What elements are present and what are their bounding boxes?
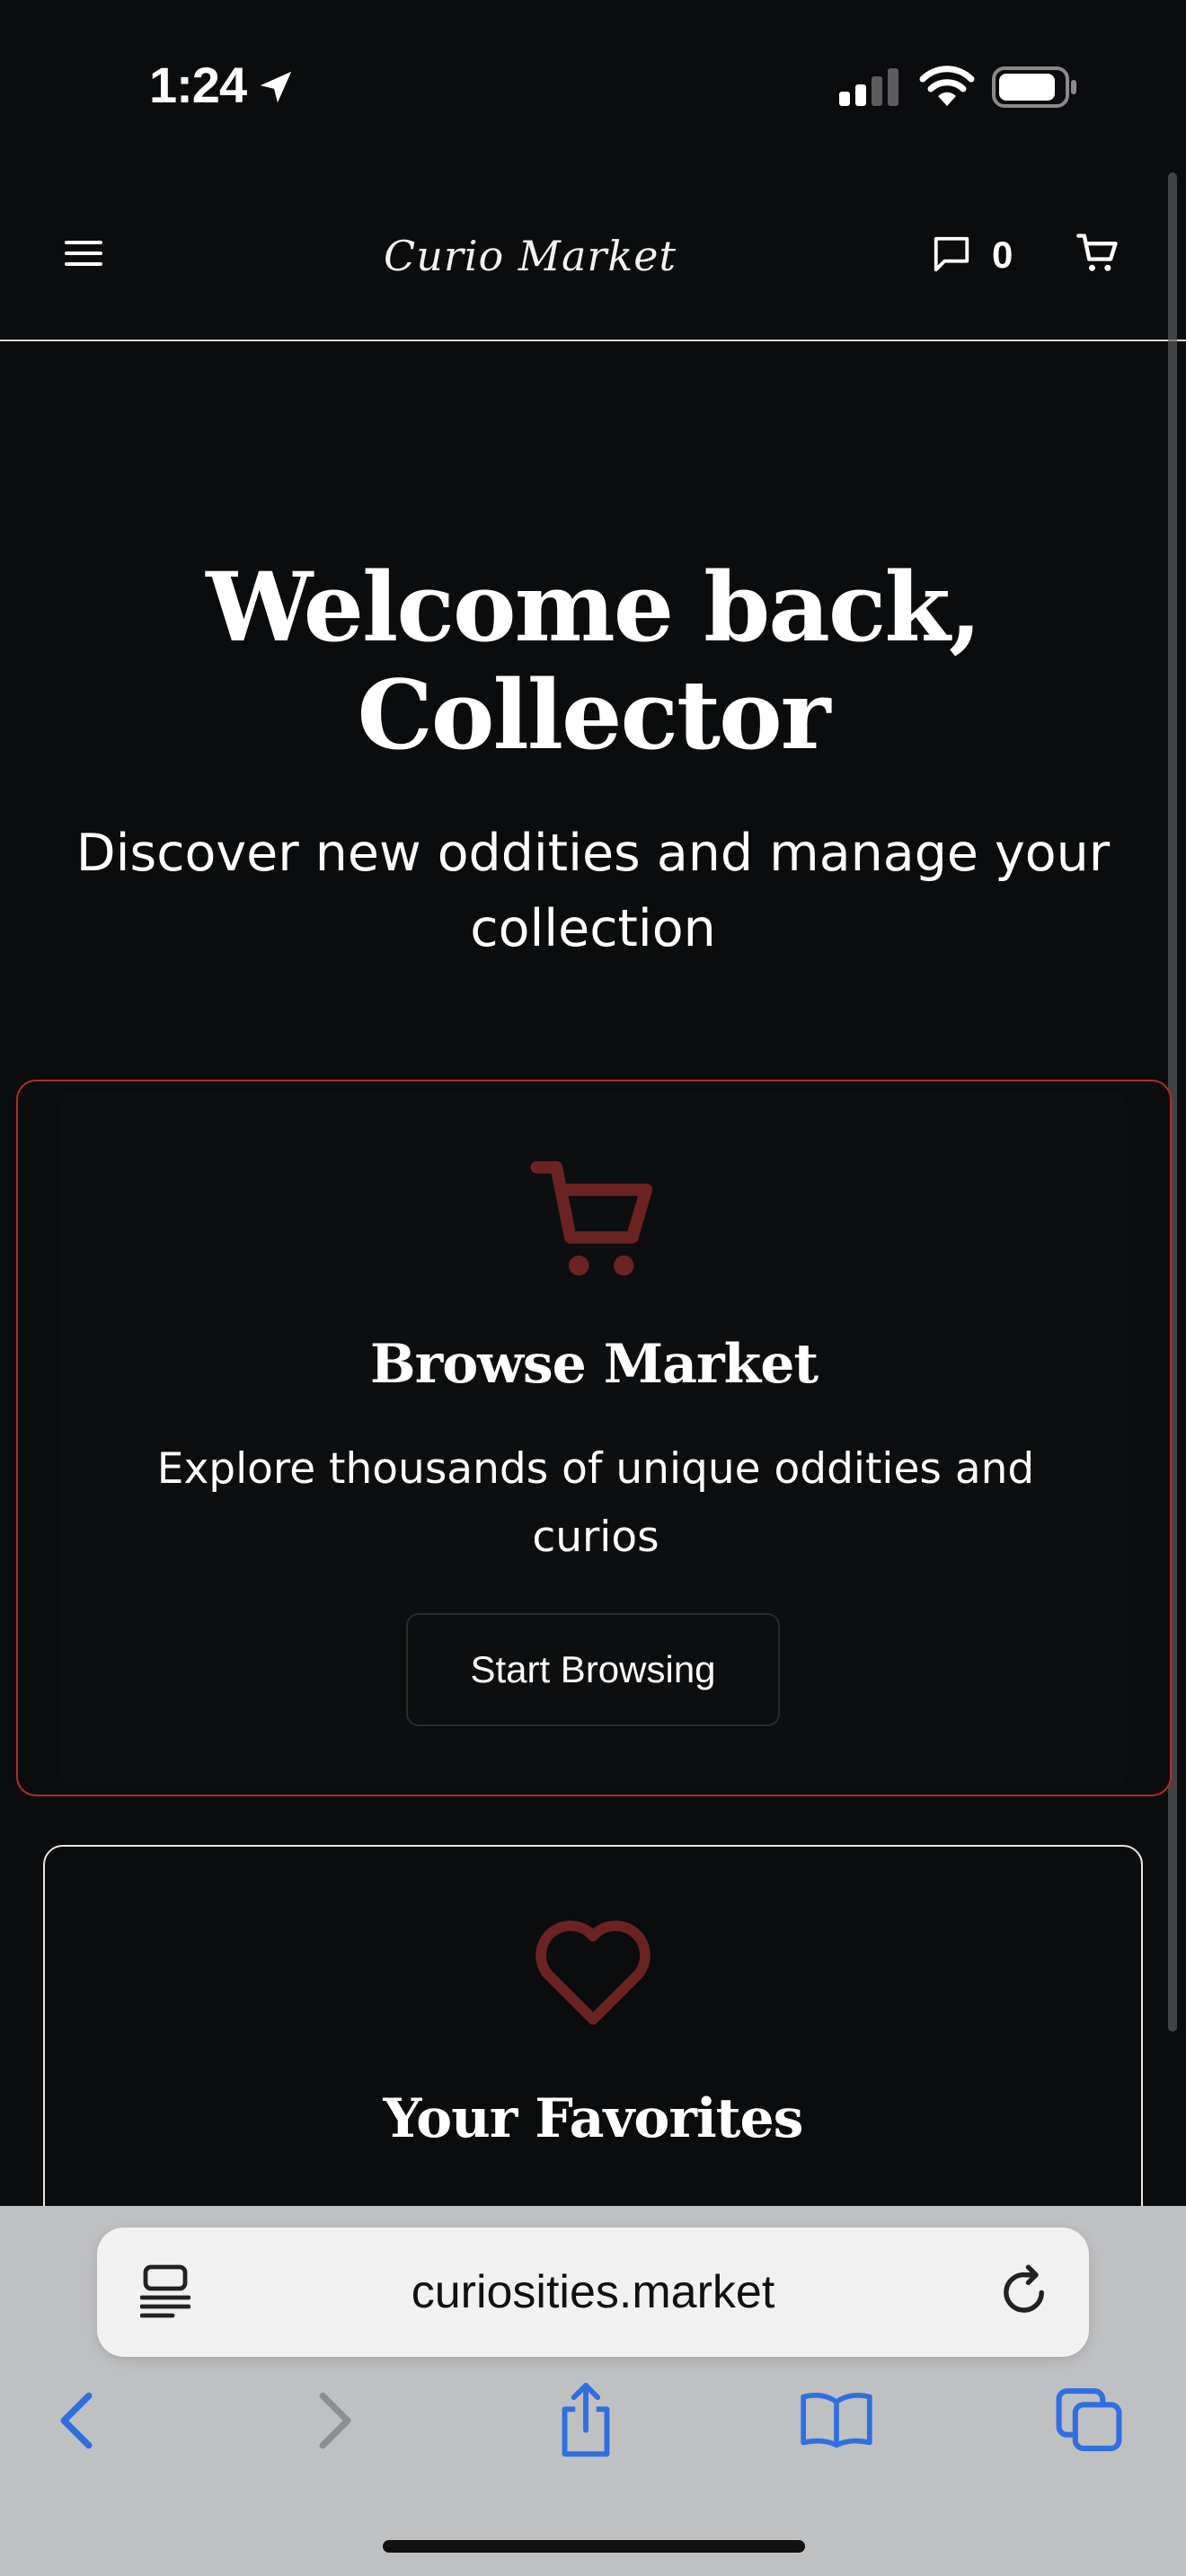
welcome-subtitle: Discover new oddities and manage your co… — [75, 824, 1111, 958]
shopping-cart-icon — [530, 1160, 653, 1276]
location-arrow-icon — [260, 71, 292, 103]
chat-bubble-icon[interactable] — [931, 234, 972, 275]
bookmarks-book-icon[interactable] — [798, 2389, 875, 2450]
reload-icon[interactable] — [999, 2262, 1053, 2319]
share-icon[interactable] — [553, 2380, 618, 2459]
browse-market-title: Browse Market — [369, 1333, 819, 1396]
url-text[interactable]: curiosities.market — [288, 2228, 898, 2357]
status-bar: 1:24 — [0, 0, 1186, 171]
favorites-card[interactable]: Your Favorites — [43, 1845, 1143, 2258]
cart-icon[interactable] — [1075, 230, 1121, 277]
reader-view-icon[interactable] — [140, 2263, 190, 2319]
message-count: 0 — [992, 234, 1013, 276]
hamburger-menu-icon[interactable] — [65, 237, 102, 269]
wifi-icon — [919, 66, 975, 106]
screen: 1:24 Curio Market 0 Welcome back, Collec… — [0, 0, 1186, 2576]
status-time: 1:24 — [149, 57, 247, 113]
welcome-heading: Welcome back, Collector — [206, 551, 982, 771]
favorites-title: Your Favorites — [383, 2087, 804, 2150]
browse-market-description: Explore thousands of unique oddities and… — [156, 1444, 1035, 1562]
site-header: Curio Market 0 — [0, 171, 1186, 341]
start-browsing-button[interactable]: Start Browsing — [406, 1613, 780, 1726]
tabs-icon[interactable] — [1053, 2386, 1125, 2454]
battery-icon — [992, 66, 1076, 108]
forward-chevron-icon[interactable] — [314, 2389, 356, 2452]
cellular-signal-icon — [839, 68, 898, 106]
brand-logo[interactable]: Curio Market — [377, 216, 683, 296]
heart-icon — [535, 1920, 651, 2025]
back-chevron-icon[interactable] — [56, 2389, 97, 2452]
home-indicator[interactable] — [383, 2540, 805, 2553]
